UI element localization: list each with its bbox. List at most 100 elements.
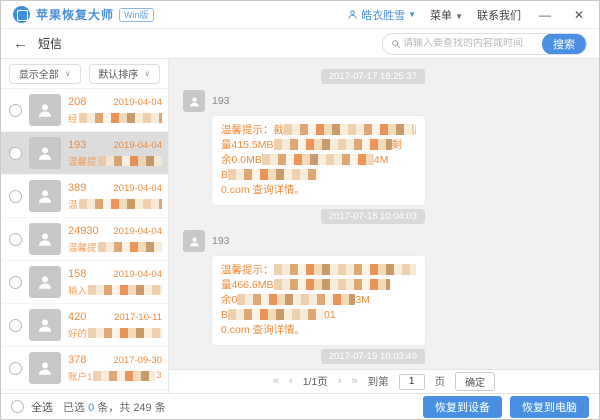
contact-number: 193 [68, 139, 86, 151]
message-thread: 2017-07-17 16:25:37 193 温馨提示：截用流量415.5MB… [169, 59, 599, 369]
search-input[interactable] [403, 38, 542, 49]
contact-row[interactable]: 158 2019-04-04 输入 [1, 261, 168, 304]
contact-row[interactable]: 208 2019-04-04 经 [1, 89, 168, 132]
blurred-text [262, 154, 374, 165]
titlebar: 苹果恢复大师 Win版 皓衣胜雪 ▼ 菜单 ▼ 联系我们 — ✕ [1, 1, 599, 29]
contact-date: 2019-04-04 [113, 140, 162, 151]
blurred-text [274, 139, 392, 150]
message-text-line: 量466.6MB [221, 278, 416, 293]
contact-row[interactable]: 389 2019-04-04 温 [1, 175, 168, 218]
sort-dropdown[interactable]: 默认排序 ∨ [89, 64, 161, 84]
blurred-text [228, 309, 324, 320]
message-preview: 输入 [68, 283, 162, 297]
message-text-line: B [221, 168, 416, 183]
page-number-input[interactable] [399, 374, 425, 390]
blurred-text [228, 169, 320, 180]
message-bubble[interactable]: 温馨提示：量466.6MB余03MB010.com 查询详情。 [212, 256, 425, 345]
user-account-menu[interactable]: 皓衣胜雪 ▼ [347, 7, 416, 23]
message-text-line: 0.com 查询详情。 [221, 323, 416, 338]
sort-label: 默认排序 [98, 66, 138, 81]
contact-row[interactable]: 24930 2019-04-04 温馨提… [1, 218, 168, 261]
contact-us-link[interactable]: 联系我们 [477, 7, 521, 23]
avatar [29, 94, 61, 126]
search-icon [391, 39, 401, 49]
footer-bar: 全选 已选 0 条，共 249 条 恢复到设备 恢复到电脑 [1, 393, 599, 419]
back-button[interactable]: ← [13, 36, 28, 51]
contact-number: 158 [68, 268, 86, 280]
chevron-down-icon: ▼ [455, 12, 463, 21]
contact-row[interactable]: 378 2017-09-30 账户130 [1, 347, 168, 390]
contact-date: 2017-09-30 [113, 355, 162, 366]
select-all-label: 全选 [31, 399, 53, 415]
show-all-dropdown[interactable]: 显示全部 ∨ [9, 64, 81, 84]
total-count: 249 [133, 402, 151, 414]
message-timestamp: 2017-07-18 10:04:03 [321, 209, 425, 224]
blurred-text [88, 285, 162, 295]
menu-dropdown[interactable]: 菜单 ▼ [430, 7, 463, 23]
show-all-label: 显示全部 [19, 66, 59, 81]
minimize-button[interactable]: — [535, 8, 555, 22]
goto-confirm-button[interactable]: 确定 [455, 372, 495, 391]
restore-to-device-button[interactable]: 恢复到设备 [423, 396, 502, 418]
message-sender: 193 [212, 235, 230, 247]
contact-date: 2019-04-04 [113, 269, 162, 280]
message-text-line: 量415.5MB剩 [221, 138, 416, 153]
blurred-text [284, 124, 414, 135]
page-indicator: 1/1页 [303, 374, 328, 389]
contact-radio[interactable] [9, 276, 22, 289]
message-preview: 账户130 [68, 369, 162, 383]
restore-to-pc-button[interactable]: 恢复到电脑 [510, 396, 589, 418]
contact-radio[interactable] [9, 190, 22, 203]
avatar [29, 266, 61, 298]
message-preview: 温 [68, 197, 162, 211]
blurred-text [93, 371, 155, 381]
chevron-down-icon: ▼ [408, 10, 416, 19]
next-page-button[interactable]: › [338, 376, 342, 387]
menu-label: 菜单 [430, 10, 452, 22]
chevron-down-icon: ∨ [144, 69, 150, 78]
blurred-text [98, 156, 162, 166]
contact-date: 2017-10-11 [114, 312, 162, 323]
app-window: 苹果恢复大师 Win版 皓衣胜雪 ▼ 菜单 ▼ 联系我们 — ✕ ← 短信 搜索 [0, 0, 600, 420]
select-all-radio[interactable] [11, 400, 24, 413]
version-badge: Win版 [119, 8, 154, 22]
message-text-line: 温馨提示： [221, 263, 416, 278]
message-group: 2017-07-18 10:04:03 193 温馨提示：量466.6MB余03… [183, 209, 425, 345]
contact-number: 208 [68, 96, 86, 108]
message-sender: 193 [212, 95, 230, 107]
avatar [183, 230, 205, 252]
contact-list: 208 2019-04-04 经 193 2019-04-04 温馨提 [1, 89, 168, 393]
pagination-bar: « ‹ 1/1页 › » 到第 页 确定 [169, 369, 599, 393]
blurred-text [274, 264, 416, 275]
contact-radio[interactable] [9, 104, 22, 117]
message-preview: 温馨提… [68, 240, 162, 254]
avatar [29, 352, 61, 384]
last-page-button[interactable]: » [351, 376, 357, 387]
app-title: 苹果恢复大师 [36, 6, 114, 23]
goto-label: 到第 [368, 374, 389, 389]
avatar [29, 180, 61, 212]
selection-summary: 已选 0 条，共 249 条 [63, 399, 166, 415]
message-group: 2017-07-19 10:03:49 193 温馨提示：截止07量478.4M… [183, 349, 425, 369]
contact-date: 2019-04-04 [113, 183, 162, 194]
contact-radio[interactable] [9, 319, 22, 332]
contact-number: 378 [68, 354, 86, 366]
close-button[interactable]: ✕ [569, 8, 589, 22]
contact-radio[interactable] [9, 233, 22, 246]
contact-number: 420 [68, 311, 86, 323]
message-preview: 温馨提 [68, 154, 162, 168]
search-button[interactable]: 搜索 [542, 33, 586, 55]
message-group: 2017-07-17 16:25:37 193 温馨提示：截用流量415.5MB… [183, 69, 425, 205]
contact-row[interactable]: 420 2017-10-11 好的 [1, 304, 168, 347]
message-preview: 好的 [68, 326, 162, 340]
message-bubble[interactable]: 温馨提示：截用流量415.5MB剩余0.0MB4MB0.com 查询详情。 [212, 116, 425, 205]
message-timestamp: 2017-07-19 10:03:49 [321, 349, 425, 364]
contact-radio[interactable] [9, 147, 22, 160]
message-text-line: 余03M [221, 293, 416, 308]
contact-radio[interactable] [9, 362, 22, 375]
page-title: 短信 [38, 35, 62, 52]
first-page-button[interactable]: « [273, 376, 279, 387]
contact-row[interactable]: 193 2019-04-04 温馨提 [1, 132, 168, 175]
blurred-text [79, 113, 162, 123]
prev-page-button[interactable]: ‹ [289, 376, 293, 387]
